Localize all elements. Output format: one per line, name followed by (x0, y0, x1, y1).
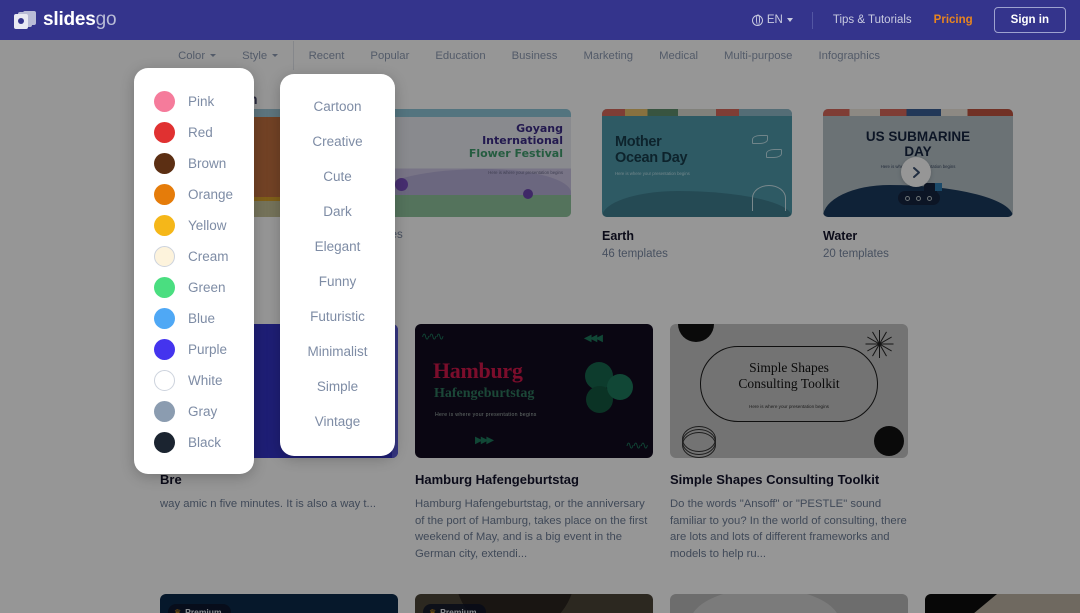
logo-text-bold: slides (43, 9, 96, 30)
color-option-label: Yellow (188, 218, 227, 233)
color-option-yellow[interactable]: Yellow (134, 210, 254, 241)
slidesgo-logo-icon (14, 10, 36, 30)
color-option-label: Purple (188, 342, 228, 357)
style-option-futuristic[interactable]: Futuristic (280, 299, 395, 334)
chevron-down-icon (786, 18, 793, 22)
style-filter-dropdown: Cartoon Creative Cute Dark Elegant Funny… (280, 74, 395, 456)
color-option-purple[interactable]: Purple (134, 334, 254, 365)
color-option-label: Pink (188, 94, 215, 109)
color-swatch (154, 401, 175, 422)
color-option-blue[interactable]: Blue (134, 303, 254, 334)
color-option-white[interactable]: White (134, 365, 254, 396)
style-option-cute[interactable]: Cute (280, 159, 395, 194)
color-option-label: Cream (188, 249, 229, 264)
color-swatch (154, 184, 175, 205)
language-label: EN (766, 14, 783, 26)
color-option-orange[interactable]: Orange (134, 179, 254, 210)
color-option-red[interactable]: Red (134, 117, 254, 148)
color-option-brown[interactable]: Brown (134, 148, 254, 179)
page-root: slidesgo EN Tips & Tutorials Pricing Sig… (0, 0, 1080, 613)
color-option-black[interactable]: Black (134, 427, 254, 458)
slidesgo-logo[interactable]: slidesgo (14, 9, 117, 31)
color-option-cream[interactable]: Cream (134, 241, 254, 272)
logo-text: slidesgo (43, 9, 117, 31)
color-option-label: Blue (188, 311, 216, 326)
header-actions: EN Tips & Tutorials Pricing Sign in (742, 7, 1080, 33)
color-swatch (154, 91, 175, 112)
color-option-label: Gray (188, 404, 218, 419)
style-option-funny[interactable]: Funny (280, 264, 395, 299)
color-option-pink[interactable]: Pink (134, 86, 254, 117)
color-option-label: Brown (188, 156, 227, 171)
color-option-label: White (188, 373, 223, 388)
color-swatch (154, 308, 175, 329)
sign-in-button[interactable]: Sign in (993, 7, 1066, 33)
style-option-vintage[interactable]: Vintage (280, 404, 395, 439)
logo-text-light: go (95, 9, 117, 30)
color-option-label: Red (188, 125, 213, 140)
color-swatch (154, 432, 175, 453)
color-swatch (154, 215, 175, 236)
color-swatch (154, 339, 175, 360)
header-divider (811, 11, 813, 29)
color-option-gray[interactable]: Gray (134, 396, 254, 427)
style-option-creative[interactable]: Creative (280, 124, 395, 159)
style-option-cartoon[interactable]: Cartoon (280, 89, 395, 124)
site-header: slidesgo EN Tips & Tutorials Pricing Sig… (0, 0, 1080, 40)
language-selector[interactable]: EN (742, 9, 803, 31)
header-link-pricing[interactable]: Pricing (923, 9, 984, 31)
style-option-minimalist[interactable]: Minimalist (280, 334, 395, 369)
style-option-simple[interactable]: Simple (280, 369, 395, 404)
globe-icon (751, 14, 763, 26)
header-link-tips[interactable]: Tips & Tutorials (822, 9, 923, 31)
color-option-label: Black (188, 435, 222, 450)
color-option-label: Orange (188, 187, 234, 202)
color-swatch (154, 122, 175, 143)
style-option-elegant[interactable]: Elegant (280, 229, 395, 264)
color-swatch (154, 246, 175, 267)
color-option-label: Green (188, 280, 226, 295)
color-swatch (154, 277, 175, 298)
color-filter-dropdown: Pink Red Brown Orange Yellow Cream Green (134, 68, 254, 474)
color-swatch (154, 370, 175, 391)
style-option-dark[interactable]: Dark (280, 194, 395, 229)
color-option-green[interactable]: Green (134, 272, 254, 303)
color-swatch (154, 153, 175, 174)
